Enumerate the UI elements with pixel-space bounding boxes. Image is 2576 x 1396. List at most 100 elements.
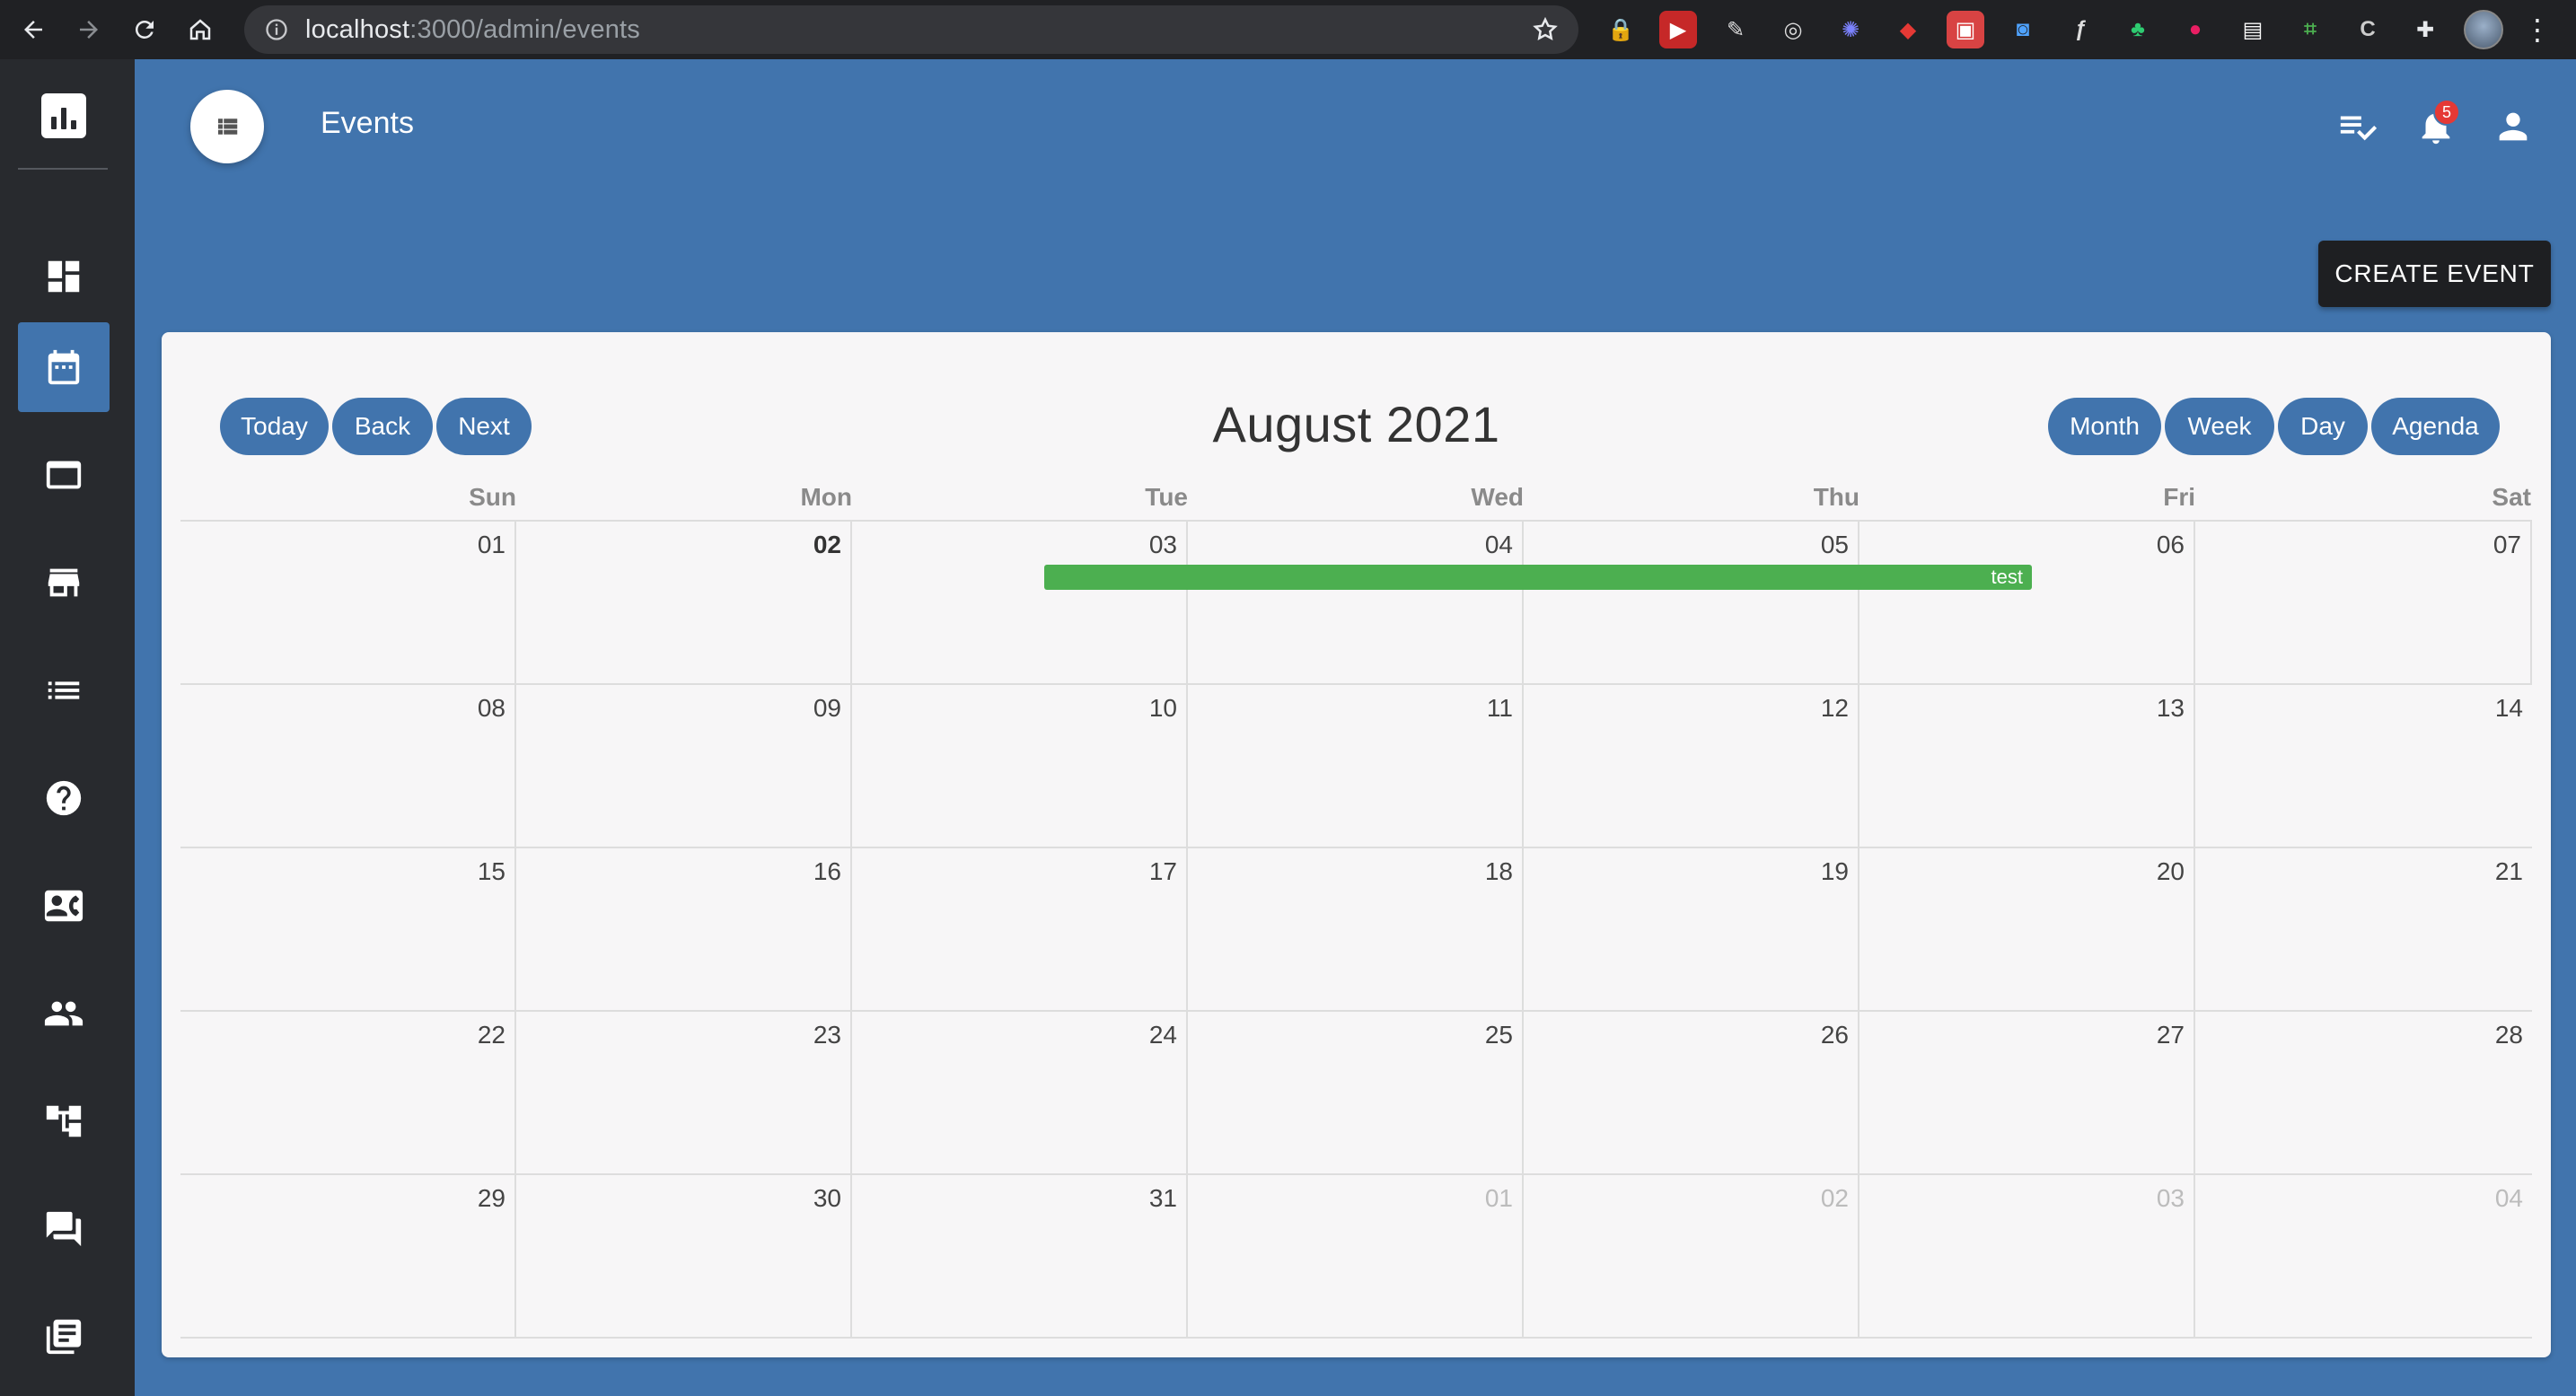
sidebar-item-window[interactable] [18, 430, 110, 520]
puzzle-extensions-icon[interactable]: ✚ [2406, 11, 2444, 48]
day-cell[interactable]: 21 [2195, 848, 2532, 1010]
view-month-button[interactable]: Month [2048, 398, 2161, 455]
address-bar[interactable]: localhost:3000/admin/events [244, 5, 1578, 54]
day-cell[interactable]: 19 [1524, 848, 1859, 1010]
diamond-extension-icon[interactable]: ◆ [1889, 11, 1927, 48]
day-cell[interactable]: 01 [180, 522, 516, 683]
bookmark-star-icon[interactable] [1532, 16, 1559, 43]
red-extension-icon[interactable]: ▶ [1659, 11, 1697, 48]
target-extension-icon[interactable]: ◎ [1774, 11, 1812, 48]
day-cell[interactable]: 24 [852, 1012, 1188, 1173]
date-number[interactable]: 10 [1149, 694, 1177, 723]
date-number-off-range[interactable]: 03 [2157, 1184, 2185, 1213]
day-cell[interactable]: 28 [2195, 1012, 2532, 1173]
browser-menu-icon[interactable]: ⋮ [2523, 13, 2552, 47]
day-cell[interactable]: 05 [1524, 522, 1859, 683]
date-number[interactable]: 29 [478, 1184, 506, 1213]
day-cell[interactable]: 11 [1188, 685, 1524, 847]
day-cell[interactable]: 30 [516, 1175, 852, 1337]
sidebar-item-dashboard[interactable] [18, 232, 110, 321]
date-number[interactable]: 15 [478, 857, 506, 886]
date-number[interactable]: 01 [478, 531, 506, 559]
day-cell[interactable]: 16 [516, 848, 852, 1010]
date-number[interactable]: 05 [1821, 531, 1849, 559]
day-cell[interactable]: 25 [1188, 1012, 1524, 1173]
day-cell[interactable]: 26 [1524, 1012, 1859, 1173]
date-number[interactable]: 20 [2157, 857, 2185, 886]
sidebar-item-hierarchy[interactable] [18, 1076, 110, 1166]
date-number[interactable]: 03 [1149, 531, 1177, 559]
day-cell[interactable]: 03 [852, 522, 1188, 683]
date-number[interactable]: 13 [2157, 694, 2185, 723]
tree-extension-icon[interactable]: ♣ [2119, 11, 2157, 48]
day-cell[interactable]: 12 [1524, 685, 1859, 847]
calendar-extension-icon[interactable]: ▤ [2234, 11, 2272, 48]
date-number[interactable]: 14 [2495, 694, 2523, 723]
square-red-extension-icon[interactable]: ▣ [1947, 11, 1984, 48]
day-cell[interactable]: 15 [180, 848, 516, 1010]
day-cell[interactable]: 27 [1859, 1012, 2195, 1173]
day-cell[interactable]: 17 [852, 848, 1188, 1010]
day-cell[interactable]: 09 [516, 685, 852, 847]
sidebar-item-forum[interactable] [18, 1184, 110, 1274]
bracket-extension-icon[interactable]: ⌗ [2291, 11, 2329, 48]
date-number[interactable]: 26 [1821, 1021, 1849, 1049]
day-cell-off-range[interactable]: 04 [2195, 1175, 2532, 1337]
day-cell[interactable]: 13 [1859, 685, 2195, 847]
sidebar-item-contacts[interactable] [18, 861, 110, 951]
date-number[interactable]: 30 [813, 1184, 841, 1213]
logo-chart-icon[interactable] [41, 93, 86, 138]
day-cell[interactable]: 07 [2195, 522, 2532, 683]
task-list-button[interactable] [2337, 106, 2378, 147]
date-number[interactable]: 11 [1487, 694, 1513, 723]
day-cell[interactable]: 04 [1188, 522, 1524, 683]
info-icon[interactable] [264, 17, 289, 42]
asterisk-extension-icon[interactable]: ✺ [1832, 11, 1869, 48]
reload-icon[interactable] [122, 7, 167, 52]
date-number[interactable]: 27 [2157, 1021, 2185, 1049]
view-week-button[interactable]: Week [2165, 398, 2274, 455]
date-number[interactable]: 09 [813, 694, 841, 723]
pen-extension-icon[interactable]: ✎ [1717, 11, 1754, 48]
date-number[interactable]: 08 [478, 694, 506, 723]
sidebar-item-library[interactable] [18, 1292, 110, 1382]
c-extension-icon[interactable]: C [2349, 11, 2387, 48]
account-button[interactable] [2492, 106, 2534, 147]
day-cell[interactable]: 18 [1188, 848, 1524, 1010]
date-number[interactable]: 07 [2493, 531, 2521, 559]
day-cell[interactable]: 10 [852, 685, 1188, 847]
day-cell[interactable]: 29 [180, 1175, 516, 1337]
date-number[interactable]: 12 [1821, 694, 1849, 723]
day-cell-off-range[interactable]: 01 [1188, 1175, 1524, 1337]
date-number-today[interactable]: 02 [813, 531, 841, 559]
sidebar-item-help[interactable] [18, 753, 110, 843]
sidebar-item-store[interactable] [18, 538, 110, 628]
day-cell[interactable]: 02 [516, 522, 852, 683]
date-number-off-range[interactable]: 02 [1821, 1184, 1849, 1213]
color-wheel-extension-icon[interactable]: ● [2176, 11, 2214, 48]
view-day-button[interactable]: Day [2278, 398, 2368, 455]
date-number[interactable]: 28 [2495, 1021, 2523, 1049]
create-event-button[interactable]: CREATE EVENT [2318, 241, 2551, 307]
view-agenda-button[interactable]: Agenda [2371, 398, 2500, 455]
day-cell[interactable]: 23 [516, 1012, 852, 1173]
profile-avatar[interactable] [2464, 10, 2503, 49]
date-number-off-range[interactable]: 04 [2495, 1184, 2523, 1213]
date-number[interactable]: 21 [2495, 857, 2523, 886]
date-number[interactable]: 22 [478, 1021, 506, 1049]
date-number[interactable]: 24 [1149, 1021, 1177, 1049]
day-cell[interactable]: 22 [180, 1012, 516, 1173]
date-number[interactable]: 25 [1485, 1021, 1513, 1049]
forward-arrow-icon[interactable] [66, 7, 111, 52]
date-number[interactable]: 16 [813, 857, 841, 886]
day-cell-off-range[interactable]: 02 [1524, 1175, 1859, 1337]
date-number[interactable]: 18 [1485, 857, 1513, 886]
menu-toggle-button[interactable] [190, 90, 264, 163]
day-cell[interactable]: 06 [1859, 522, 2195, 683]
date-number[interactable]: 31 [1149, 1184, 1177, 1213]
sidebar-item-list[interactable] [18, 645, 110, 735]
date-number[interactable]: 17 [1149, 857, 1177, 886]
date-number[interactable]: 06 [2157, 531, 2185, 559]
date-number[interactable]: 23 [813, 1021, 841, 1049]
lock-extension-icon[interactable]: 🔒 [1602, 11, 1640, 48]
